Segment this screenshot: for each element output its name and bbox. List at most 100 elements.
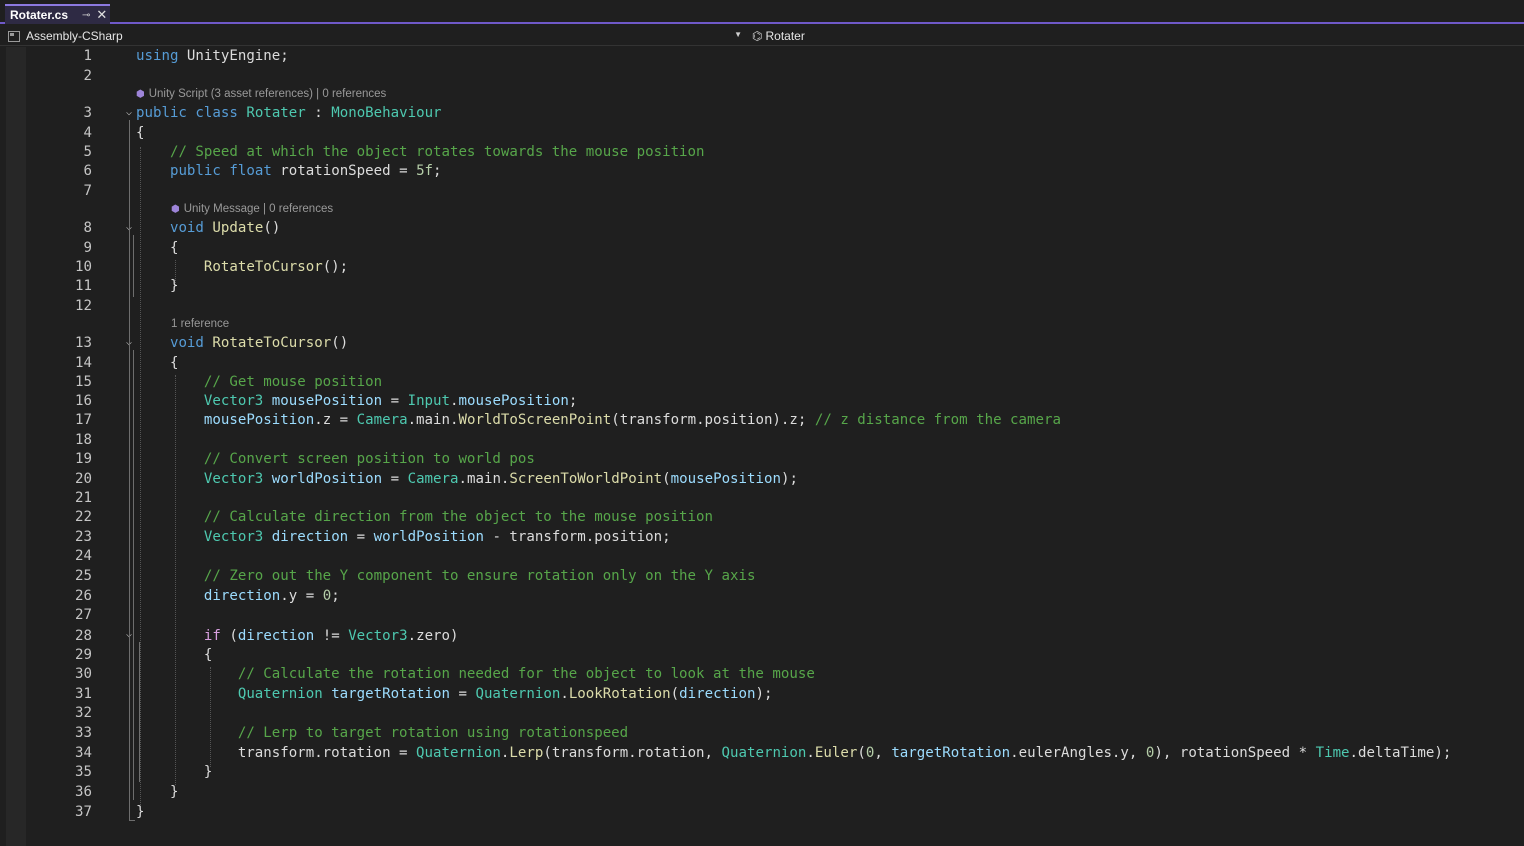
codelens-rotate[interactable]: 1 reference (171, 317, 229, 331)
line-number: 32 (75, 705, 92, 721)
code-editor[interactable]: ⬢ Unity Script (3 asset references) | 0 r… (0, 47, 1524, 846)
code-text: using UnityEngine; (136, 47, 289, 66)
code-line[interactable]: 2 (0, 67, 1524, 86)
code-line[interactable]: 15 // Get mouse position (0, 373, 1524, 392)
line-number: 5 (83, 144, 93, 160)
code-line[interactable]: 27 (0, 606, 1524, 625)
line-number: 36 (75, 784, 92, 800)
code-text: Vector3 mousePosition = Input.mousePosit… (136, 392, 577, 411)
code-line[interactable]: 23 Vector3 direction = worldPosition - t… (0, 528, 1524, 547)
line-number: 37 (75, 804, 92, 820)
project-dropdown[interactable]: Assembly-CSharp ▼ (8, 28, 744, 44)
code-token: = (382, 393, 408, 409)
code-line[interactable]: 33 // Lerp to target rotation using rota… (0, 724, 1524, 743)
code-line[interactable]: 8 void Update() (0, 219, 1524, 238)
line-number: 2 (83, 68, 93, 84)
line-number: 34 (75, 745, 92, 761)
code-token: .main. (458, 471, 510, 487)
code-text: // Zero out the Y component to ensure ro… (136, 567, 756, 586)
code-text: direction.y = 0; (136, 587, 340, 606)
code-token: Vector3 (203, 471, 264, 487)
code-line[interactable]: 13 void RotateToCursor() (0, 334, 1524, 353)
code-line[interactable]: 21 (0, 489, 1524, 508)
code-token: Euler (814, 745, 858, 761)
code-line[interactable]: 32 (0, 704, 1524, 723)
code-token: != (314, 628, 349, 644)
line-number: 17 (75, 412, 92, 428)
line-number: 11 (75, 278, 92, 294)
codelens-class[interactable]: ⬢ Unity Script (3 asset references) | 0 r… (136, 87, 386, 101)
code-line[interactable]: 7 (0, 182, 1524, 201)
code-token: void (169, 220, 204, 236)
code-text: Quaternion targetRotation = Quaternion.L… (136, 685, 773, 704)
code-token: direction (237, 628, 315, 644)
line-number: 33 (75, 725, 92, 741)
code-text: // Calculate direction from the object t… (136, 508, 713, 527)
code-line[interactable]: 5 // Speed at which the object rotates t… (0, 143, 1524, 162)
line-number: 12 (75, 298, 92, 314)
code-line[interactable]: 24 (0, 547, 1524, 566)
code-line[interactable]: 14 { (0, 354, 1524, 373)
code-token: ( (662, 471, 671, 487)
code-line[interactable]: 30 // Calculate the rotation needed for … (0, 665, 1524, 684)
code-token: 5f (416, 163, 434, 179)
code-token: { (136, 355, 179, 371)
member-dropdown[interactable]: ⌬ Rotater (752, 28, 805, 44)
code-line[interactable]: 1 using UnityEngine; (0, 47, 1524, 66)
code-line[interactable]: 18 (0, 431, 1524, 450)
code-token: mousePosition (670, 471, 781, 487)
code-token: ScreenToWorldPoint (509, 471, 663, 487)
project-icon (8, 30, 20, 42)
code-token: .z = (314, 412, 357, 428)
code-token: float (229, 163, 272, 179)
code-line[interactable]: 28 if (direction != Vector3.zero) (0, 627, 1524, 646)
code-line[interactable]: 9 { (0, 239, 1524, 258)
code-line[interactable]: 4{ (0, 124, 1524, 143)
line-number: 35 (75, 764, 92, 780)
code-token: Vector3 (348, 628, 408, 644)
code-line[interactable]: 25 // Zero out the Y component to ensure… (0, 567, 1524, 586)
code-line[interactable]: 22 // Calculate direction from the objec… (0, 508, 1524, 527)
code-line[interactable]: 3 public class Rotater : MonoBehaviour (0, 104, 1524, 123)
code-token: Vector3 (203, 393, 264, 409)
code-line[interactable]: 31 Quaternion targetRotation = Quaternio… (0, 685, 1524, 704)
code-line[interactable]: 11 } (0, 277, 1524, 296)
code-line[interactable]: 10 RotateToCursor(); (0, 258, 1524, 277)
code-line[interactable]: 29 { (0, 646, 1524, 665)
code-line[interactable]: 35 } (0, 763, 1524, 782)
code-token: () (331, 335, 349, 351)
code-text: } (136, 277, 179, 296)
code-line[interactable]: 37} (0, 803, 1524, 822)
code-line[interactable]: 20 Vector3 worldPosition = Camera.main.S… (0, 470, 1524, 489)
code-line[interactable]: 19 // Convert screen position to world p… (0, 450, 1524, 469)
code-line[interactable]: 6 public float rotationSpeed = 5f; (0, 162, 1524, 181)
code-token: // Get mouse position (203, 374, 383, 390)
code-token: Lerp (509, 745, 544, 761)
code-text: // Calculate the rotation needed for the… (136, 665, 815, 684)
code-line[interactable]: 26 direction.y = 0; (0, 587, 1524, 606)
tab-rotater-cs[interactable]: Rotater.cs ⊸ ✕ (5, 4, 110, 24)
code-text: transform.rotation = Quaternion. Lerp(tra… (136, 744, 1452, 763)
line-number: 9 (83, 240, 93, 256)
code-line[interactable]: 16 Vector3 mousePosition = Input.mousePo… (0, 392, 1524, 411)
line-number: 27 (75, 607, 92, 623)
code-text: // Get mouse position (136, 373, 382, 392)
line-number: 10 (75, 259, 92, 275)
close-icon[interactable]: ✕ (96, 7, 107, 23)
code-token: , (874, 745, 892, 761)
code-line[interactable]: 17 mousePosition.z = Camera.main.WorldTo… (0, 411, 1524, 430)
code-token: mousePosition (271, 393, 383, 409)
code-line[interactable]: 36 } (0, 783, 1524, 802)
codelens-class-text: Unity Script (3 asset references) | 0 re… (148, 88, 387, 100)
codelens-update[interactable]: ⬢ Unity Message | 0 references (171, 202, 333, 216)
code-line[interactable]: 34 transform.rotation = Quaternion.Lerp(… (0, 744, 1524, 763)
code-token: transform.rotation = (136, 745, 417, 761)
pin-icon[interactable]: ⊸ (82, 10, 90, 21)
code-line[interactable]: 12 (0, 297, 1524, 316)
